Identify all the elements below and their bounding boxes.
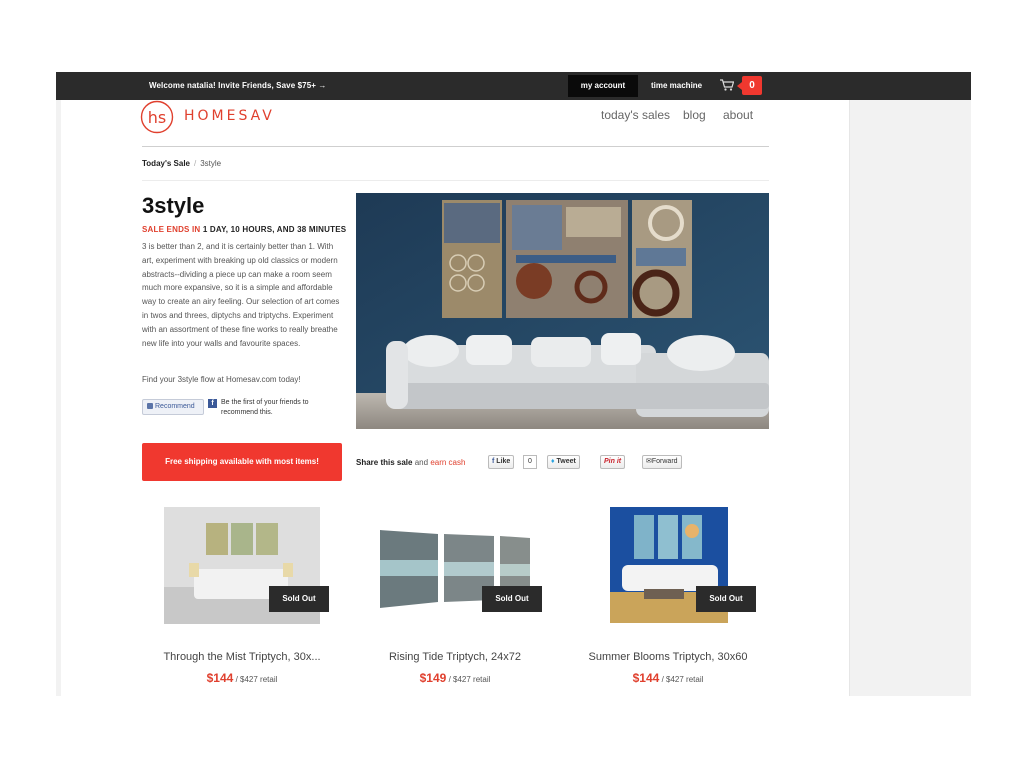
sofa — [386, 333, 769, 417]
facebook-icon: f — [208, 399, 217, 408]
breadcrumb-separator: / — [194, 159, 197, 168]
my-account-button[interactable]: my account — [568, 75, 638, 97]
sale-ends-value: 1 DAY, 10 HOURS, AND 38 MINUTES — [202, 225, 347, 234]
tweet-button[interactable]: ♦ Tweet — [547, 455, 580, 469]
facebook-icon: f — [492, 458, 495, 465]
product-price-1: $144 / $427 retail — [135, 671, 349, 685]
welcome-invite-link[interactable]: Welcome natalia! Invite Friends, Save $7… — [149, 81, 326, 90]
sale-price: $144 — [206, 671, 234, 685]
hero-image — [356, 193, 769, 429]
product-name-2[interactable]: Rising Tide Triptych, 24x72 — [348, 651, 562, 663]
retail-price: / $427 retail — [235, 675, 278, 684]
breadcrumb: Today's Sale /3style — [142, 159, 221, 168]
header-divider — [142, 146, 769, 147]
thumbs-up-icon — [147, 403, 153, 409]
facebook-recommend-button[interactable]: Recommend — [142, 399, 204, 415]
cart-count-badge[interactable]: 0 — [737, 76, 762, 95]
logo-icon[interactable]: hs — [140, 100, 174, 134]
sold-out-badge: Sold Out — [482, 586, 542, 612]
sale-ends-label: SALE ENDS IN — [142, 225, 201, 234]
pinterest-icon: Pin it — [604, 458, 622, 465]
breadcrumb-divider — [142, 180, 769, 181]
forward-label: Forward — [651, 458, 678, 465]
logo-mark-text: hs — [148, 108, 166, 127]
sold-out-badge: Sold Out — [696, 586, 756, 612]
twitter-icon: ♦ — [551, 458, 555, 465]
sale-description: 3 is better than 2, and it is certainly … — [142, 242, 340, 348]
left-gutter — [56, 100, 61, 696]
tweet-label: Tweet — [556, 458, 576, 465]
product-price-3: $144 / $427 retail — [561, 671, 775, 685]
retail-price: / $427 retail — [661, 675, 704, 684]
find-text: Find your 3style flow at Homesav.com tod… — [142, 375, 301, 384]
share-and-text: and — [414, 458, 429, 467]
recommend-label: Recommend — [155, 403, 195, 410]
share-label: Share this sale — [356, 458, 413, 467]
product-name-1[interactable]: Through the Mist Triptych, 30x... — [135, 651, 349, 663]
breadcrumb-todays-sale[interactable]: Today's Sale — [142, 159, 190, 168]
triptych-art — [442, 200, 692, 318]
top-bar: Welcome natalia! Invite Friends, Save $7… — [56, 72, 971, 100]
share-sale-text: Share this sale and earn cash — [356, 458, 465, 467]
sale-title: 3style — [142, 193, 205, 218]
brand-name[interactable]: HOMESAV — [184, 108, 275, 124]
forward-email-button[interactable]: ✉Forward — [642, 455, 682, 469]
sale-price: $149 — [419, 671, 447, 685]
product-name-3[interactable]: Summer Blooms Triptych, 30x60 — [561, 651, 775, 663]
browser-viewport: Welcome natalia! Invite Friends, Save $7… — [56, 72, 971, 696]
pinterest-button[interactable]: Pin it — [600, 455, 626, 469]
sold-out-badge: Sold Out — [269, 586, 329, 612]
right-side-panel — [849, 100, 971, 696]
like-label: Like — [496, 458, 511, 465]
retail-price: / $427 retail — [448, 675, 491, 684]
nav-blog[interactable]: blog — [683, 108, 706, 122]
free-shipping-button[interactable]: Free shipping available with most items! — [142, 443, 342, 481]
recommend-text: Be the first of your friends to recommen… — [221, 399, 309, 416]
earn-cash-link[interactable]: earn cash — [430, 458, 465, 467]
like-count: 0 — [523, 455, 537, 469]
cart-icon[interactable] — [720, 79, 734, 91]
time-machine-link[interactable]: time machine — [651, 81, 702, 90]
product-price-2: $149 / $427 retail — [348, 671, 562, 685]
nav-todays-sales[interactable]: today's sales — [601, 108, 670, 122]
nav-about[interactable]: about — [723, 108, 753, 122]
sale-price: $144 — [632, 671, 660, 685]
facebook-like-button[interactable]: f Like — [488, 455, 515, 469]
sale-countdown: SALE ENDS IN 1 DAY, 10 HOURS, AND 38 MIN… — [142, 225, 346, 234]
breadcrumb-current: 3style — [200, 159, 222, 168]
